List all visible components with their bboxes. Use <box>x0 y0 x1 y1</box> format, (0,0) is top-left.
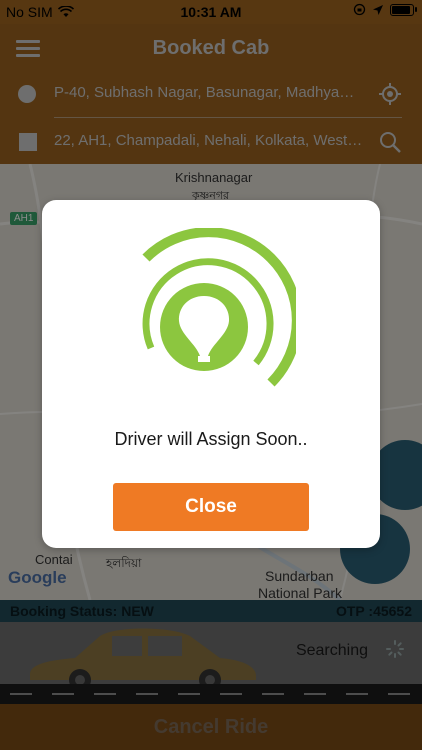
driver-radar-icon <box>142 228 296 387</box>
app-screen: No SIM 10:31 AM Booked Cab P-40, Subhash <box>0 0 422 750</box>
close-button[interactable]: Close <box>113 483 309 531</box>
driver-assign-dialog: Driver will Assign Soon.. Close <box>42 200 380 548</box>
dialog-message: Driver will Assign Soon.. <box>114 429 308 449</box>
